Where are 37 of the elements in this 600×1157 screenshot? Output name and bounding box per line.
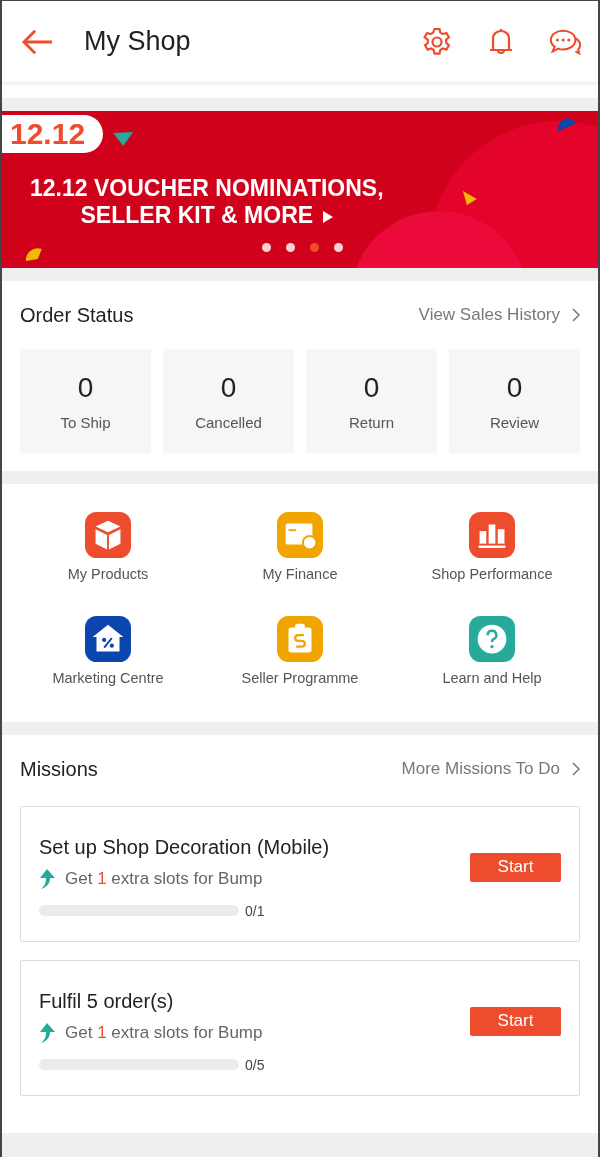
order-status-tile[interactable]: 0 Cancelled: [163, 349, 294, 453]
chevron-right-icon: [572, 762, 580, 776]
sale-badge: 12.12: [2, 115, 104, 153]
shortcut-item[interactable]: Seller Programme: [204, 616, 396, 708]
mission-title: Set up Shop Decoration (Mobile): [39, 835, 331, 859]
chevron-right-icon: [572, 308, 580, 322]
start-button[interactable]: Start: [470, 852, 561, 882]
reward-text: Get 1 extra slots for Bump: [65, 868, 263, 889]
more-missions-link[interactable]: More Missions To Do: [401, 759, 580, 779]
play-icon: [323, 211, 334, 223]
mission-title: Fulfil 5 order(s): [39, 989, 175, 1013]
shortcut-item[interactable]: My Finance: [204, 512, 396, 604]
order-status-tile[interactable]: 0 To Ship: [20, 349, 151, 453]
start-button[interactable]: Start: [470, 1006, 561, 1036]
promo-banner[interactable]: 12.12 12.12 VOUCHER NOMINATIONS, SELLER KIT & MORE: [2, 111, 598, 268]
carousel-dot[interactable]: [262, 243, 271, 252]
reward-text: Get 1 extra slots for Bump: [65, 1022, 263, 1043]
banner-headline: 12.12 VOUCHER NOMINATIONS,: [30, 175, 384, 202]
arrow-up-icon: [39, 868, 55, 889]
back-icon[interactable]: [20, 27, 54, 56]
banner-subline: SELLER KIT & MORE: [80, 202, 334, 229]
carousel-dot[interactable]: [286, 243, 295, 252]
shortcut-item[interactable]: Marketing Centre: [12, 616, 204, 708]
order-status-tile[interactable]: 0 Review: [449, 349, 580, 453]
arrow-up-icon: [39, 1022, 55, 1043]
carousel-dot[interactable]: [334, 243, 343, 252]
page-title: My Shop: [84, 26, 192, 57]
shortcut-item[interactable]: Shop Performance: [396, 512, 588, 604]
view-sales-history-link[interactable]: View Sales History: [418, 305, 580, 325]
section-title: Order Status: [20, 303, 134, 327]
shortcut-item[interactable]: Learn and Help: [396, 616, 588, 708]
carousel-dot[interactable]: [310, 243, 319, 252]
progress-text: 0/1: [245, 902, 265, 919]
section-title: Missions: [20, 757, 98, 781]
progress-text: 0/5: [245, 1056, 265, 1073]
shortcut-item[interactable]: My Products: [12, 512, 204, 604]
order-status-tile[interactable]: 0 Return: [306, 349, 437, 453]
